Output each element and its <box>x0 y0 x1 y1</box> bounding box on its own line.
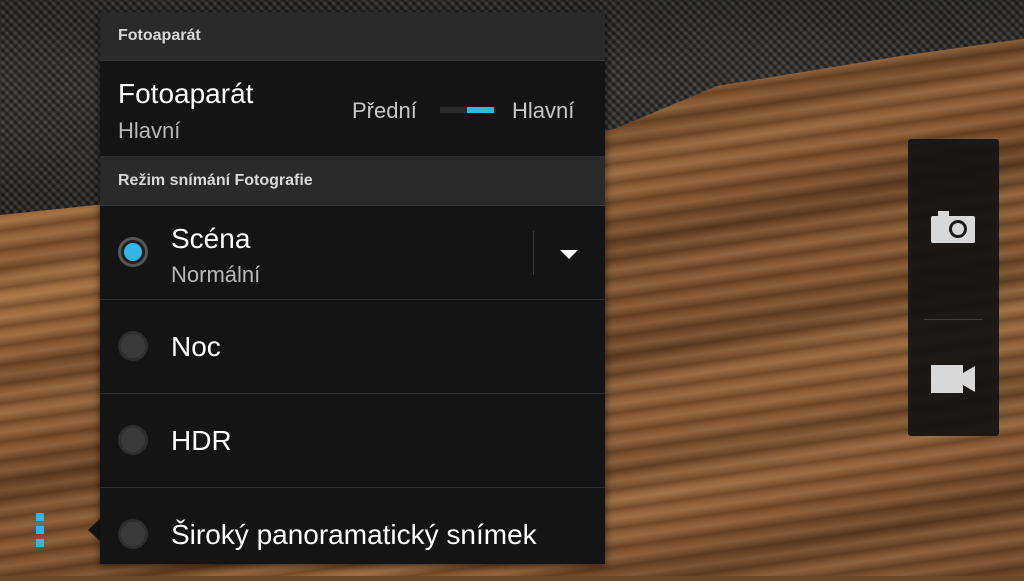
row-divider <box>533 231 534 275</box>
mode-divider <box>924 319 983 320</box>
switch-label-front[interactable]: Přední <box>352 98 417 124</box>
radio-button-selected[interactable] <box>118 237 148 267</box>
mode-option-label: Široký panoramatický snímek <box>171 519 537 550</box>
camera-select-title: Fotoaparát <box>118 78 254 109</box>
mode-option-scene[interactable]: Scéna Normální <box>100 206 605 300</box>
camera-settings-panel: Fotoaparát Fotoaparát Hlavní Přední Hlav… <box>100 12 605 564</box>
camera-toggle-thumb[interactable] <box>467 107 494 113</box>
mode-option-label: HDR <box>171 425 232 456</box>
mode-option-wide-panorama[interactable]: Široký panoramatický snímek <box>100 488 605 581</box>
mode-option-label: Scéna <box>171 223 251 254</box>
mode-option-label: Noc <box>171 331 221 362</box>
section-header-capture-mode-label: Režim snímání Fotografie <box>118 172 313 189</box>
mode-option-hdr[interactable]: HDR <box>100 394 605 488</box>
camera-select-value: Hlavní <box>118 118 181 143</box>
mode-option-night[interactable]: Noc <box>100 300 605 394</box>
overflow-menu-icon[interactable] <box>34 513 46 547</box>
panel-pointer <box>88 519 100 541</box>
radio-button[interactable] <box>118 425 148 455</box>
radio-button[interactable] <box>118 519 148 549</box>
section-header-camera-label: Fotoaparát <box>118 27 201 44</box>
radio-button[interactable] <box>118 331 148 361</box>
section-header-capture-mode: Režim snímání Fotografie <box>100 157 605 206</box>
section-header-camera: Fotoaparát <box>100 12 605 61</box>
switch-label-main[interactable]: Hlavní <box>512 98 574 124</box>
camera-icon[interactable] <box>929 207 977 247</box>
mode-option-sublabel: Normální <box>171 262 261 287</box>
video-camera-icon[interactable] <box>929 358 977 398</box>
camera-select-row[interactable]: Fotoaparát Hlavní Přední Hlavní <box>100 62 605 157</box>
dropdown-arrow-icon[interactable] <box>560 250 578 259</box>
capture-mode-switcher <box>908 139 999 436</box>
